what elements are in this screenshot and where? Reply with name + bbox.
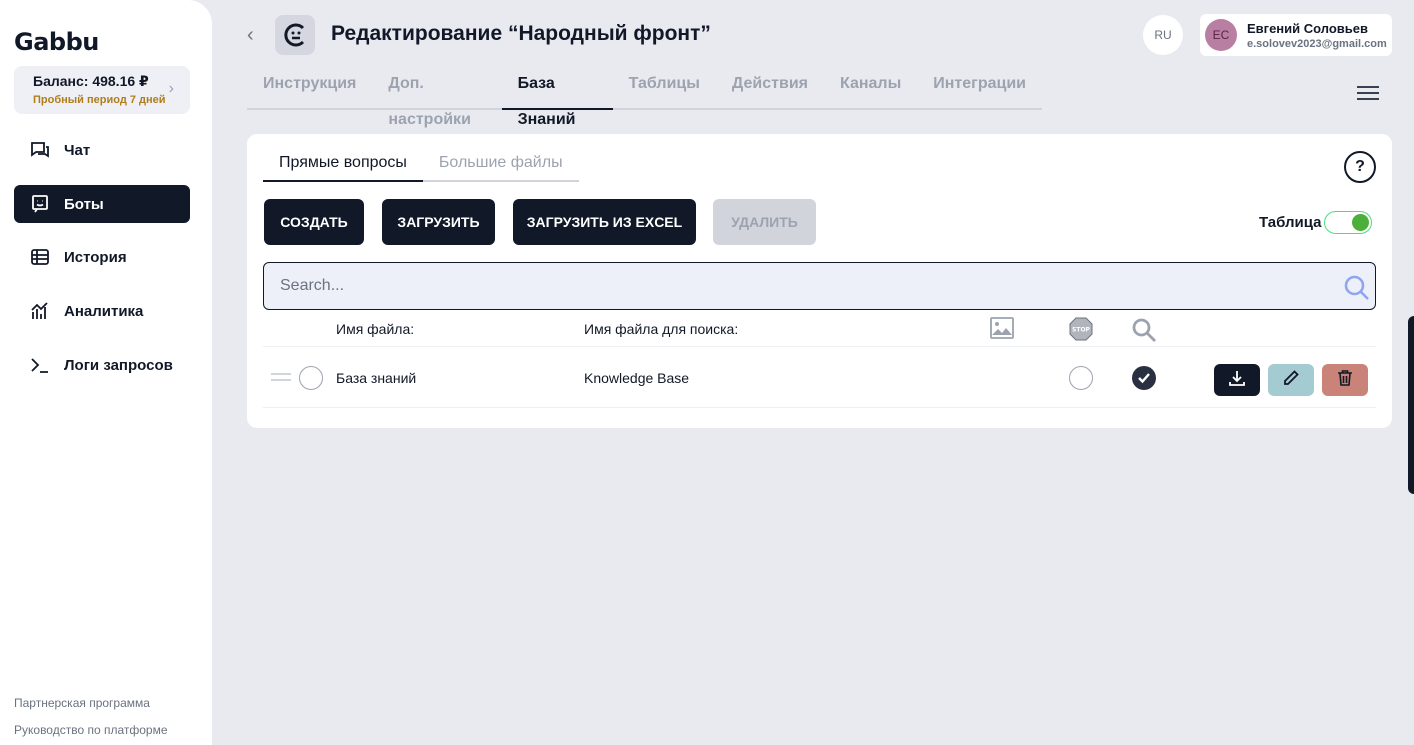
- user-email: e.solovev2023@gmail.com: [1247, 38, 1387, 50]
- tab-instruction[interactable]: Инструкция: [247, 66, 372, 110]
- edit-button[interactable]: [1268, 364, 1314, 396]
- subtab-large-files[interactable]: Большие файлы: [422, 154, 579, 182]
- sidebar-item-label: История: [64, 248, 127, 266]
- delete-button[interactable]: УДАЛИТЬ: [713, 199, 816, 245]
- sidebar-item-label: Чат: [64, 141, 91, 159]
- download-button[interactable]: [1214, 364, 1260, 396]
- trial-period: Пробный период 7 дней: [33, 94, 166, 106]
- row-select-checkbox[interactable]: [299, 366, 323, 390]
- tab-extra-settings[interactable]: Доп. настройки: [372, 66, 501, 128]
- search-icon[interactable]: [1343, 274, 1371, 307]
- tab-tables[interactable]: Таблицы: [613, 66, 716, 110]
- menu-icon[interactable]: [1357, 86, 1379, 104]
- drag-handle-icon[interactable]: [271, 373, 291, 385]
- subtab-direct-questions[interactable]: Прямые вопросы: [263, 154, 423, 182]
- file-name-cell: База знаний: [336, 370, 417, 386]
- sidebar-item-label: Аналитика: [64, 302, 144, 320]
- sidebar-item-label: Боты: [64, 195, 104, 213]
- knowledge-base-card: Прямые вопросы Большие файлы ? СОЗДАТЬ З…: [247, 134, 1392, 428]
- help-icon[interactable]: ?: [1344, 151, 1376, 183]
- trash-icon: [1336, 369, 1354, 392]
- toggle-knob: [1352, 214, 1369, 231]
- side-panel-handle[interactable]: [1408, 316, 1414, 494]
- sidebar-item-chat[interactable]: Чат: [14, 131, 190, 169]
- search-column-icon: [1131, 317, 1157, 348]
- history-icon: [30, 247, 50, 267]
- balance-card[interactable]: Баланс: 498.16 ₽ Пробный период 7 дней ›: [14, 66, 190, 114]
- stop-icon: STOP: [1069, 317, 1093, 346]
- avatar: ЕС: [1205, 19, 1237, 51]
- partner-program-link[interactable]: Партнерская программа: [14, 696, 150, 710]
- platform-guide-link[interactable]: Руководство по платформе: [14, 723, 168, 737]
- search-name-cell: Knowledge Base: [584, 370, 690, 386]
- table-header: Имя файла: Имя файла для поиска: STOP: [263, 313, 1376, 347]
- tab-actions[interactable]: Действия: [716, 66, 824, 110]
- tab-knowledge-base[interactable]: База Знаний: [501, 66, 613, 128]
- pencil-icon: [1282, 369, 1300, 392]
- upload-excel-button[interactable]: ЗАГРУЗИТЬ ИЗ EXCEL: [513, 199, 696, 245]
- back-icon[interactable]: ‹: [247, 24, 254, 47]
- bot-avatar: [275, 15, 315, 55]
- column-search-name: Имя файла для поиска:: [584, 321, 739, 337]
- main-tabs: Инструкция Доп. настройки База Знаний Та…: [247, 66, 1042, 128]
- sidebar-item-logs[interactable]: Логи запросов: [14, 346, 190, 384]
- upload-button[interactable]: ЗАГРУЗИТЬ: [382, 199, 495, 245]
- language-switcher[interactable]: RU: [1143, 15, 1183, 55]
- subtabs: Прямые вопросы Большие файлы: [263, 154, 579, 182]
- sidebar-item-history[interactable]: История: [14, 238, 190, 276]
- table-row[interactable]: База знаний Knowledge Base: [263, 348, 1376, 408]
- tab-integrations[interactable]: Интеграции: [917, 66, 1042, 110]
- sidebar-item-bots[interactable]: Боты: [14, 185, 190, 223]
- logo[interactable]: Gabbu: [14, 28, 99, 56]
- sidebar-item-analytics[interactable]: Аналитика: [14, 292, 190, 330]
- sidebar: Gabbu Баланс: 498.16 ₽ Пробный период 7 …: [0, 0, 212, 745]
- table-toggle-label: Таблица: [1259, 214, 1322, 231]
- tab-channels[interactable]: Каналы: [824, 66, 917, 110]
- search-box: [263, 262, 1376, 310]
- svg-text:STOP: STOP: [1072, 327, 1091, 334]
- sidebar-item-label: Логи запросов: [64, 356, 173, 374]
- delete-row-button[interactable]: [1322, 364, 1368, 396]
- page-title: Редактирование “Народный фронт”: [331, 22, 711, 45]
- search-checkbox[interactable]: [1132, 366, 1156, 390]
- chat-icon: [30, 140, 50, 160]
- user-profile[interactable]: ЕС Евгений Соловьев e.solovev2023@gmail.…: [1200, 14, 1392, 56]
- image-icon: [990, 317, 1014, 344]
- table-toggle[interactable]: [1324, 211, 1372, 234]
- terminal-icon: [30, 355, 50, 375]
- bot-icon: [30, 194, 50, 214]
- column-file-name: Имя файла:: [336, 321, 415, 337]
- analytics-icon: [30, 301, 50, 321]
- download-icon: [1228, 369, 1246, 392]
- stop-checkbox[interactable]: [1069, 366, 1093, 390]
- user-name: Евгений Соловьев: [1247, 21, 1368, 36]
- chevron-right-icon: ›: [168, 80, 174, 97]
- create-button[interactable]: СОЗДАТЬ: [264, 199, 364, 245]
- search-input[interactable]: [280, 263, 1320, 309]
- balance-amount: Баланс: 498.16 ₽: [33, 73, 149, 89]
